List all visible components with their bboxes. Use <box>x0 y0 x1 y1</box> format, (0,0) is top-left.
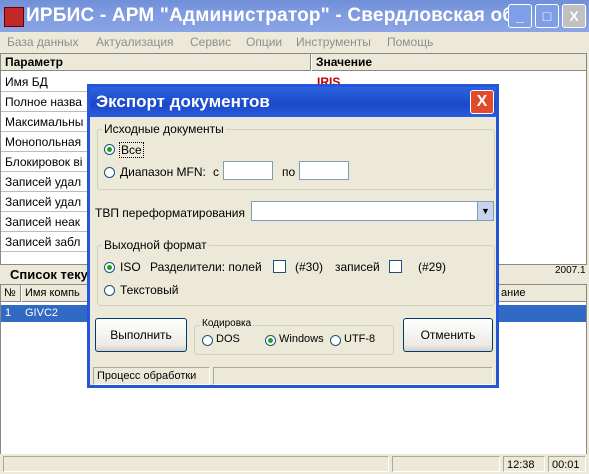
radio-range-label[interactable]: Диапазон MFN: <box>120 165 206 179</box>
column-header-number[interactable]: № <box>1 285 21 302</box>
to-label: по <box>282 165 296 179</box>
field-separator-box[interactable] <box>273 260 286 273</box>
status-cell <box>392 456 500 472</box>
field-separator-code: (#30) <box>295 260 324 274</box>
dialog-status: Процесс обработки <box>93 367 210 385</box>
cancel-button[interactable]: Отменить <box>403 318 493 352</box>
maximize-button[interactable]: □ <box>535 4 559 28</box>
dialog-progress <box>213 367 493 385</box>
mfn-to-input[interactable] <box>299 161 349 180</box>
radio-dos-label[interactable]: DOS <box>216 333 240 345</box>
tvp-select[interactable]: ▼ <box>251 201 494 221</box>
window-title: ИРБИС - АРМ "Администратор" - Свердловск… <box>26 5 531 26</box>
status-time: 12:38 <box>503 456 545 472</box>
encoding-legend: Кодировка <box>200 318 254 329</box>
radio-windows[interactable] <box>265 335 276 346</box>
row-name: GIVC2 <box>25 307 59 319</box>
record-separator-box[interactable] <box>389 260 402 273</box>
list-title: Список теку <box>10 267 88 282</box>
radio-utf8-label[interactable]: UTF-8 <box>344 333 375 345</box>
menu-update[interactable]: Актуализация <box>96 35 174 49</box>
radio-text-label[interactable]: Текстовый <box>120 283 178 297</box>
tvp-label: ТВП переформатирования <box>95 206 245 220</box>
mfn-from-input[interactable] <box>223 161 273 180</box>
radio-utf8[interactable] <box>330 335 341 346</box>
dialog-close-button[interactable]: X <box>470 90 494 114</box>
radio-iso-label[interactable]: ISO <box>120 260 141 274</box>
radio-dos[interactable] <box>202 335 213 346</box>
radio-all-label[interactable]: Все <box>119 142 144 158</box>
version-label: 2007.1 <box>555 265 586 276</box>
from-label: с <box>213 165 219 179</box>
records-label: записей <box>335 260 380 274</box>
source-documents-legend: Исходные документы <box>102 122 226 136</box>
window-title-bar: ИРБИС - АРМ "Администратор" - Свердловск… <box>0 0 589 32</box>
radio-text[interactable] <box>104 285 115 296</box>
run-button[interactable]: Выполнить <box>95 318 187 352</box>
status-cell <box>3 456 389 472</box>
dialog-title: Экспорт документов <box>96 92 270 111</box>
radio-range[interactable] <box>104 167 115 178</box>
export-dialog: Экспорт документов X Исходные документы … <box>87 84 499 388</box>
dialog-title-bar: Экспорт документов X <box>90 87 496 117</box>
menu-options[interactable]: Опции <box>246 35 282 49</box>
menu-database[interactable]: База данных <box>7 35 78 49</box>
separators-label: Разделители: полей <box>150 260 262 274</box>
menu-help[interactable]: Помощь <box>387 35 433 49</box>
radio-windows-label[interactable]: Windows <box>279 333 324 345</box>
menu-tools[interactable]: Инструменты <box>296 35 371 49</box>
close-button[interactable]: X <box>562 4 586 28</box>
column-header-parameter[interactable]: Параметр <box>1 54 311 71</box>
record-separator-code: (#29) <box>418 260 447 274</box>
radio-iso[interactable] <box>104 262 115 273</box>
menu-service[interactable]: Сервис <box>190 35 231 49</box>
source-documents-group <box>97 129 495 190</box>
output-format-legend: Выходной формат <box>102 238 209 252</box>
app-icon <box>4 7 24 27</box>
menu-bar <box>0 32 589 52</box>
status-timer: 00:01 <box>548 456 586 472</box>
minimize-button[interactable]: _ <box>508 4 532 28</box>
column-header-value[interactable]: Значение <box>312 54 586 71</box>
radio-all[interactable] <box>104 144 115 155</box>
chevron-down-icon[interactable]: ▼ <box>477 202 493 220</box>
row-number: 1 <box>5 307 12 319</box>
